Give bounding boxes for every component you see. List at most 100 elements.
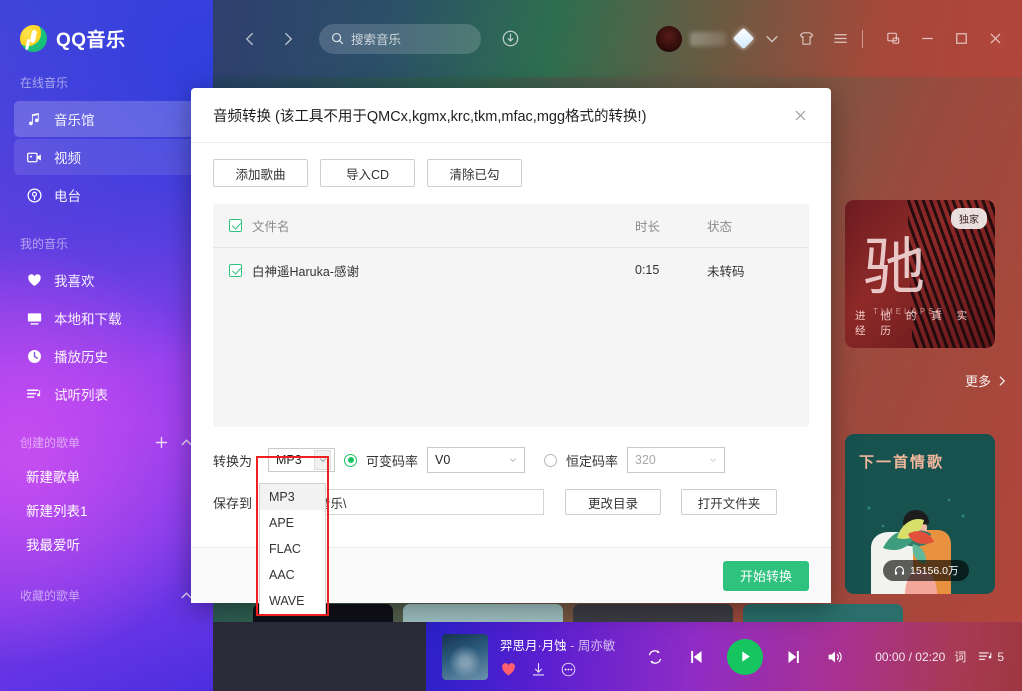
search-input[interactable]: 搜索音乐	[319, 23, 481, 54]
cbr-radio[interactable]	[544, 453, 558, 467]
play-count-label: 15156.0万	[910, 565, 959, 577]
vbr-value-combobox[interactable]: V0	[427, 447, 526, 473]
repeat-button[interactable]	[645, 647, 665, 667]
tshirt-icon	[799, 32, 813, 45]
avatar[interactable]	[656, 25, 682, 52]
download-circle-button[interactable]	[497, 26, 523, 52]
queue-button[interactable]: 5	[978, 649, 1004, 665]
close-button[interactable]	[982, 26, 1008, 52]
ellipsis-icon[interactable]	[560, 661, 577, 678]
chevron-down-icon	[314, 450, 331, 470]
plus-icon[interactable]	[155, 436, 168, 449]
maximize-button[interactable]	[948, 26, 974, 52]
diamond-icon[interactable]	[732, 27, 755, 50]
mini-window-button[interactable]	[880, 26, 906, 52]
dropdown-option-wave[interactable]: WAVE	[260, 588, 325, 614]
lyrics-button[interactable]: 词	[954, 648, 966, 665]
dropdown-option-ape[interactable]: APE	[260, 510, 325, 536]
divider	[862, 29, 863, 48]
search-placeholder: 搜索音乐	[351, 33, 402, 47]
sidebar-item-label: 播放历史	[54, 350, 108, 365]
dropdown-option-flac[interactable]: FLAC	[260, 536, 325, 562]
album-cover[interactable]	[442, 633, 488, 680]
playlist-card-next-love-song[interactable]: 下一首情歌 15156.0万	[845, 434, 995, 594]
dialog-title: 音频转换 (该工具不用于QMCx,kgmx,krc,tkm,mfac,mgg格式…	[213, 108, 647, 125]
import-cd-button[interactable]: 导入CD	[320, 159, 415, 187]
close-icon	[795, 110, 805, 120]
sidebar-section-online-music: 在线音乐 音乐馆 视频 电台	[0, 74, 213, 213]
sidebar-playlist-item[interactable]: 我最爱听	[14, 527, 199, 561]
next-button[interactable]	[783, 647, 803, 667]
track-info: 羿思月·月蚀 - 周亦敏	[500, 635, 615, 678]
sidebar-item-music-hall[interactable]: 音乐馆	[14, 101, 199, 137]
play-button[interactable]	[727, 638, 764, 675]
more-link[interactable]: 更多	[965, 371, 1008, 390]
dropdown-option-aac[interactable]: AAC	[260, 562, 325, 588]
sidebar-section-actions	[155, 436, 193, 449]
sidebar-playlist-label: 我最爱听	[26, 538, 80, 553]
account-dropdown-button[interactable]	[759, 26, 785, 52]
row-checkbox[interactable]	[229, 263, 242, 277]
chevron-down-icon	[705, 456, 721, 464]
track-artist[interactable]: 周亦敏	[578, 639, 616, 653]
sidebar-item-audition-list[interactable]: 试听列表	[14, 376, 199, 412]
heart-filled-icon[interactable]	[500, 661, 517, 678]
file-list: 文件名 时长 状态 白神遥Haruka-感谢 0:15 未转码	[213, 204, 809, 427]
sidebar-item-play-history[interactable]: 播放历史	[14, 338, 199, 374]
table-row[interactable]: 白神遥Haruka-感谢 0:15 未转码	[213, 248, 809, 292]
cbr-label: 恒定码率	[566, 453, 619, 469]
previous-button[interactable]	[687, 647, 707, 667]
sidebar-section-title: 在线音乐	[0, 74, 213, 99]
cell-file-name: 白神遥Haruka-感谢	[252, 264, 359, 279]
sidebar-item-label: 视频	[54, 151, 81, 166]
thumbnail[interactable]	[403, 604, 563, 622]
vbr-radio[interactable]	[344, 453, 357, 467]
sidebar-playlist-item[interactable]: 新建列表1	[14, 493, 199, 527]
queue-count: 5	[997, 649, 1004, 664]
forward-button[interactable]	[273, 24, 303, 54]
start-convert-button[interactable]: 开始转换	[723, 560, 809, 591]
menu-button[interactable]	[827, 26, 853, 52]
sidebar-section-collected-playlists: 收藏的歌单	[0, 587, 213, 612]
vbr-label: 可变码率	[366, 453, 419, 469]
thumbnail[interactable]	[743, 604, 903, 622]
dialog-close-button[interactable]	[787, 102, 813, 128]
track-line: 羿思月·月蚀 - 周亦敏	[500, 635, 615, 654]
format-combobox[interactable]: MP3	[268, 448, 335, 472]
sidebar-item-radio[interactable]: 电台	[14, 177, 199, 213]
sidebar-item-label: 音乐馆	[54, 113, 95, 128]
queue-icon	[979, 651, 992, 660]
file-list-header: 文件名 时长 状态	[213, 204, 809, 248]
format-dropdown-list[interactable]: MP3 APE FLAC AAC WAVE	[259, 483, 326, 615]
playlist-icon	[26, 389, 41, 398]
track-title[interactable]: 羿思月·月蚀	[500, 639, 567, 653]
volume-button[interactable]	[825, 647, 845, 667]
select-all-checkbox[interactable]	[229, 219, 242, 232]
open-folder-button[interactable]: 打开文件夹	[681, 489, 777, 515]
add-song-button[interactable]: 添加歌曲	[213, 159, 308, 187]
thumbnail[interactable]	[573, 604, 733, 622]
chevron-left-icon	[245, 32, 253, 45]
cell-duration: 0:15	[635, 263, 660, 277]
convert-to-label: 转换为	[213, 453, 253, 469]
skin-button[interactable]	[793, 26, 819, 52]
sidebar-item-video[interactable]: 视频	[14, 139, 199, 175]
monitor-icon	[27, 312, 42, 325]
sidebar-item-local-downloads[interactable]: 本地和下载	[14, 300, 199, 336]
dropdown-option-mp3[interactable]: MP3	[260, 484, 325, 510]
featured-card-exclusive[interactable]: 驰 TIMELAPSE 进 他 的 真 实 经 历 独家	[845, 200, 995, 348]
sidebar-item-favorites[interactable]: 我喜欢	[14, 262, 199, 298]
back-button[interactable]	[235, 24, 265, 54]
search-icon	[331, 32, 344, 45]
change-dir-button[interactable]: 更改目录	[565, 489, 661, 515]
format-row: 转换为 MP3 可变码率 V0 恒定码率 320	[213, 441, 809, 479]
download-arrow-icon[interactable]	[530, 661, 547, 678]
bottom-thumbnail-row	[213, 600, 1022, 622]
sidebar-playlist-item[interactable]: 新建歌单	[14, 459, 199, 493]
clear-checked-button[interactable]: 清除已勾	[427, 159, 522, 187]
card-subtitle: 进 他 的 真 实 经 历	[855, 310, 974, 337]
chevron-down-icon	[505, 456, 521, 464]
volume-icon	[828, 651, 842, 662]
cbr-value-combobox[interactable]: 320	[627, 447, 726, 473]
minimize-button[interactable]	[914, 26, 940, 52]
